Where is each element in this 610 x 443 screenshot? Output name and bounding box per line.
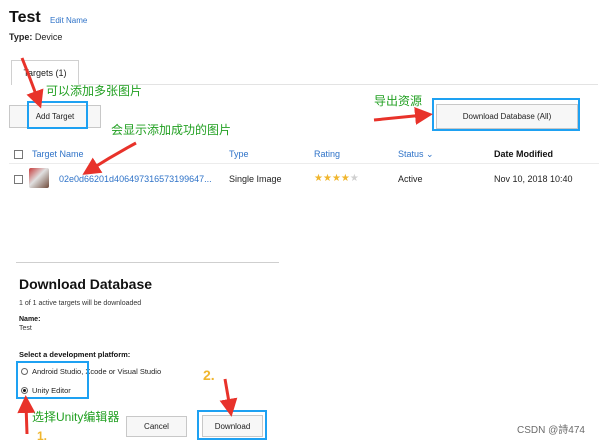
annotation-arrows (17, 57, 433, 435)
arrow-to-download-button (219, 378, 238, 417)
arrow-to-add-target (20, 57, 44, 109)
arrow-to-target-row (82, 141, 137, 175)
arrow-to-download-all (373, 106, 433, 125)
arrow-to-unity-editor (17, 395, 36, 435)
